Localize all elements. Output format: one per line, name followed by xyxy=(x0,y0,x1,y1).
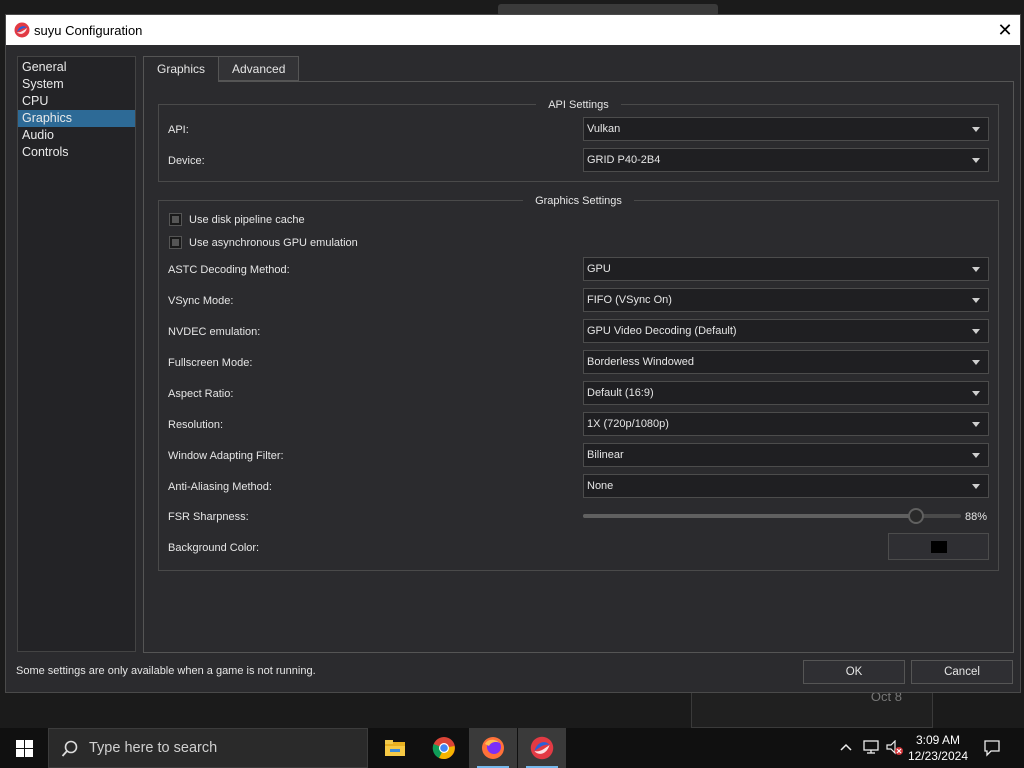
aspect-ratio-label: Aspect Ratio: xyxy=(168,388,234,400)
chevron-down-icon xyxy=(972,391,980,396)
disk-cache-checkbox-row[interactable]: Use disk pipeline cache xyxy=(169,213,305,226)
device-label: Device: xyxy=(168,155,205,167)
title-bar[interactable]: suyu Configuration ✕ xyxy=(6,15,1020,45)
fsr-sharpness-slider[interactable] xyxy=(583,508,961,524)
file-explorer-icon xyxy=(385,740,405,756)
nvdec-value: GPU Video Decoding (Default) xyxy=(587,325,737,337)
chevron-down-icon xyxy=(972,298,980,303)
graphics-settings-title: Graphics Settings xyxy=(523,195,634,207)
fsr-sharpness-label: FSR Sharpness: xyxy=(168,511,249,523)
async-gpu-label: Use asynchronous GPU emulation xyxy=(189,236,358,249)
api-settings-title: API Settings xyxy=(536,99,621,111)
tab-advanced[interactable]: Advanced xyxy=(218,56,300,81)
clock-time: 3:09 AM xyxy=(915,733,960,747)
fsr-slider-fill xyxy=(583,514,916,518)
windows-logo-icon xyxy=(15,739,33,757)
chevron-down-icon xyxy=(972,422,980,427)
suyu-icon xyxy=(530,736,554,760)
anti-aliasing-value: None xyxy=(587,480,614,492)
adapting-filter-select[interactable]: Bilinear xyxy=(583,443,989,467)
async-gpu-checkbox[interactable] xyxy=(169,236,182,249)
resolution-label: Resolution: xyxy=(168,419,224,431)
volume-muted-icon[interactable] xyxy=(886,740,904,756)
device-select[interactable]: GRID P40-2B4 xyxy=(583,148,989,172)
graphics-settings-group: Graphics Settings Use disk pipeline cach… xyxy=(158,195,999,571)
fullscreen-value: Borderless Windowed xyxy=(587,356,694,368)
fullscreen-label: Fullscreen Mode: xyxy=(168,357,253,369)
start-button[interactable] xyxy=(0,728,48,768)
aspect-ratio-select[interactable]: Default (16:9) xyxy=(583,381,989,405)
nvdec-select[interactable]: GPU Video Decoding (Default) xyxy=(583,319,989,343)
astc-value: GPU xyxy=(587,263,611,275)
api-select[interactable]: Vulkan xyxy=(583,117,989,141)
taskbar-file-explorer[interactable] xyxy=(371,728,419,768)
chevron-down-icon xyxy=(972,360,980,365)
notification-icon[interactable] xyxy=(983,739,1001,757)
graphics-tab-content: API Settings API: Vulkan Device: GRID P4… xyxy=(143,81,1014,653)
api-label: API: xyxy=(168,124,189,136)
aspect-ratio-value: Default (16:9) xyxy=(587,387,654,399)
search-icon xyxy=(61,740,78,757)
nvdec-label: NVDEC emulation: xyxy=(168,326,261,338)
chrome-icon xyxy=(432,737,455,760)
astc-select[interactable]: GPU xyxy=(583,257,989,281)
background-color-label: Background Color: xyxy=(168,542,260,554)
tab-graphics[interactable]: Graphics xyxy=(143,56,220,82)
resolution-value: 1X (720p/1080p) xyxy=(587,418,669,430)
chevron-down-icon xyxy=(972,158,980,163)
sidebar-item-general[interactable]: General xyxy=(18,59,135,76)
fsr-sharpness-value: 88% xyxy=(965,511,988,523)
suyu-logo-icon xyxy=(14,22,30,38)
close-button[interactable]: ✕ xyxy=(990,15,1020,45)
chevron-down-icon xyxy=(972,453,980,458)
disk-cache-label: Use disk pipeline cache xyxy=(189,213,305,226)
vsync-select[interactable]: FIFO (VSync On) xyxy=(583,288,989,312)
ok-button[interactable]: OK xyxy=(803,660,905,684)
sidebar-item-controls[interactable]: Controls xyxy=(18,144,135,161)
sidebar-item-audio[interactable]: Audio xyxy=(18,127,135,144)
category-sidebar: General System CPU Graphics Audio Contro… xyxy=(17,56,136,652)
taskbar: Type here to search 3:09 AM 12/23/2024 xyxy=(0,728,1024,768)
search-placeholder: Type here to search xyxy=(89,740,218,756)
disk-cache-checkbox[interactable] xyxy=(169,213,182,226)
chevron-down-icon xyxy=(972,484,980,489)
fsr-slider-thumb[interactable] xyxy=(907,508,924,524)
vsync-value: FIFO (VSync On) xyxy=(587,294,672,306)
taskbar-search-box[interactable]: Type here to search xyxy=(48,728,368,768)
window-title: suyu Configuration xyxy=(34,23,143,38)
adapting-filter-label: Window Adapting Filter: xyxy=(168,450,284,462)
close-icon: ✕ xyxy=(997,19,1013,40)
firefox-icon xyxy=(482,737,504,759)
taskbar-chrome[interactable] xyxy=(420,728,468,768)
sidebar-item-system[interactable]: System xyxy=(18,76,135,93)
taskbar-suyu[interactable] xyxy=(518,728,566,768)
background-color-button[interactable] xyxy=(888,533,989,560)
footer-note: Some settings are only available when a … xyxy=(16,665,316,677)
cancel-button[interactable]: Cancel xyxy=(911,660,1013,684)
taskbar-firefox[interactable] xyxy=(469,728,517,768)
network-icon[interactable] xyxy=(863,740,879,754)
chevron-down-icon xyxy=(972,267,980,272)
chevron-down-icon xyxy=(972,329,980,334)
chevron-down-icon xyxy=(972,127,980,132)
anti-aliasing-select[interactable]: None xyxy=(583,474,989,498)
taskbar-clock[interactable]: 3:09 AM 12/23/2024 xyxy=(908,732,968,764)
sidebar-item-cpu[interactable]: CPU xyxy=(18,93,135,110)
fullscreen-select[interactable]: Borderless Windowed xyxy=(583,350,989,374)
astc-label: ASTC Decoding Method: xyxy=(168,264,290,276)
sidebar-item-graphics[interactable]: Graphics xyxy=(18,110,135,127)
vsync-label: VSync Mode: xyxy=(168,295,234,307)
async-gpu-checkbox-row[interactable]: Use asynchronous GPU emulation xyxy=(169,236,358,249)
color-swatch xyxy=(931,541,947,553)
api-settings-group: API Settings API: Vulkan Device: GRID P4… xyxy=(158,99,999,182)
device-value: GRID P40-2B4 xyxy=(587,154,661,166)
api-value: Vulkan xyxy=(587,123,621,135)
adapting-filter-value: Bilinear xyxy=(587,449,624,461)
chevron-up-icon[interactable] xyxy=(840,742,852,752)
clock-date: 12/23/2024 xyxy=(907,749,968,763)
configuration-window: suyu Configuration ✕ General System CPU … xyxy=(5,14,1021,693)
anti-aliasing-label: Anti-Aliasing Method: xyxy=(168,481,272,493)
resolution-select[interactable]: 1X (720p/1080p) xyxy=(583,412,989,436)
